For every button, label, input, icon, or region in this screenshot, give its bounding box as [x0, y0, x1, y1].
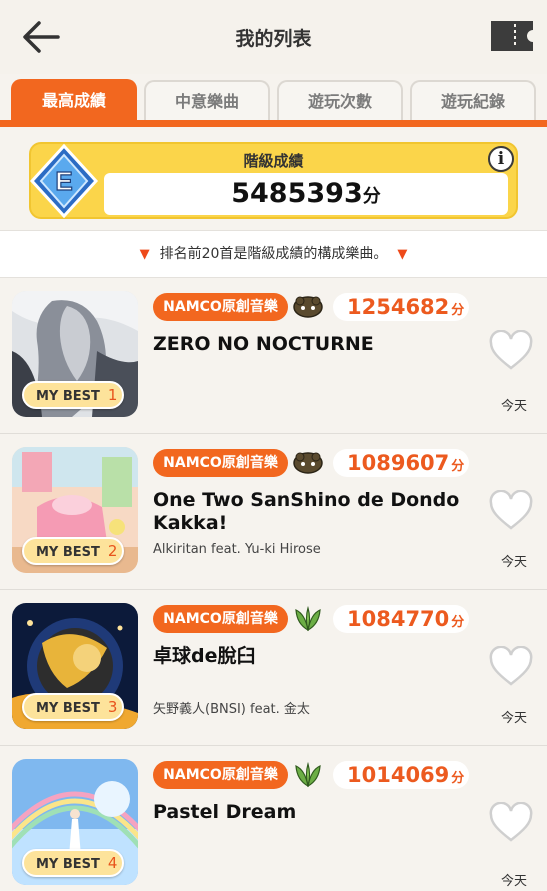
mybest-rank: 2 — [107, 542, 118, 560]
song-row[interactable]: MY BEST 4 NAMCO原創音樂 1014069 分 Pastel Dream… — [0, 746, 547, 891]
mybest-rank: 4 — [107, 854, 118, 872]
song-title: ZERO NO NOCTURNE — [153, 333, 374, 355]
score-badge: 1254682 分 — [333, 293, 469, 321]
heart-icon[interactable] — [488, 490, 534, 532]
rank-label: 階級成績 — [243, 152, 304, 170]
mybest-badge: MY BEST 3 — [22, 693, 124, 721]
song-artist: Alkiritan feat. Yu-ki Hirose — [153, 542, 321, 557]
song-score: 1014069 — [347, 763, 450, 787]
triangle-down-icon: ▼ — [397, 247, 408, 262]
score-unit: 分 — [451, 771, 465, 786]
rank-score-box: 5485393分 — [104, 173, 508, 215]
rank-panel: E 階級成績 5485393分 i — [0, 127, 547, 230]
play-date: 今天 — [500, 711, 527, 726]
song-score: 1089607 — [347, 451, 450, 475]
mybest-badge: MY BEST 2 — [22, 537, 124, 565]
category-badge: NAMCO原創音樂 — [153, 761, 288, 789]
mybest-badge: MY BEST 4 — [22, 849, 124, 877]
song-title: Pastel Dream — [153, 801, 297, 823]
info-icon[interactable]: i — [488, 146, 514, 172]
category-badge: NAMCO原創音樂 — [153, 293, 288, 321]
play-date: 今天 — [500, 555, 527, 570]
song-row[interactable]: MY BEST 3 NAMCO原創音樂 1084770 分 卓球de脫臼 矢野義人(… — [0, 590, 547, 746]
play-date: 今天 — [500, 874, 527, 889]
heart-icon[interactable] — [488, 646, 534, 688]
mybest-rank: 1 — [107, 386, 118, 404]
mybest-label: MY BEST — [36, 389, 100, 404]
category-badge: NAMCO原創音樂 — [153, 449, 288, 477]
score-unit: 分 — [451, 303, 465, 318]
score-badge: 1014069 分 — [333, 761, 469, 789]
song-row[interactable]: MY BEST 2 NAMCO原創音樂 1089607 分 One Two SanS… — [0, 434, 547, 590]
song-score: 1254682 — [347, 295, 450, 319]
score-unit: 分 — [451, 459, 465, 474]
tab-play-history[interactable]: 遊玩紀錄 — [410, 80, 536, 122]
rank-card: E 階級成績 5485393分 i — [29, 142, 518, 219]
song-score: 1084770 — [347, 607, 450, 631]
top-bar: 我的列表 — [0, 0, 547, 74]
heart-icon[interactable] — [488, 802, 534, 844]
oni-difficulty-icon — [293, 296, 323, 318]
tab-high-score[interactable]: 最高成績 — [11, 79, 137, 123]
heart-icon[interactable] — [488, 330, 534, 372]
score-badge: 1084770 分 — [333, 605, 469, 633]
oni-difficulty-icon — [293, 452, 323, 474]
score-badge: 1089607 分 — [333, 449, 469, 477]
mybest-label: MY BEST — [36, 857, 100, 872]
mybest-rank: 3 — [107, 698, 118, 716]
ticket-icon[interactable] — [489, 19, 535, 53]
tab-bar: 最高成績 中意樂曲 遊玩次數 遊玩紀錄 — [0, 79, 547, 123]
play-date: 今天 — [500, 399, 527, 414]
score-unit: 分 — [451, 615, 465, 630]
rank-score-unit: 分 — [362, 186, 381, 207]
rank-score: 5485393 — [231, 178, 363, 209]
mybest-label: MY BEST — [36, 545, 100, 560]
mybest-badge: MY BEST 1 — [22, 381, 124, 409]
hard-difficulty-icon — [295, 606, 321, 632]
hard-difficulty-icon — [295, 762, 321, 788]
song-row[interactable]: MY BEST 1 NAMCO原創音樂 1254682 分 ZERO NO NOCT… — [0, 278, 547, 434]
triangle-down-icon: ▼ — [139, 247, 150, 262]
page-title: 我的列表 — [235, 28, 312, 50]
ranking-note: ▼ 排名前20首是階級成績的構成樂曲。 ▼ — [0, 230, 547, 278]
mybest-label: MY BEST — [36, 701, 100, 716]
tab-underline — [0, 120, 547, 127]
song-artist: 矢野義人(BNSI) feat. 金太 — [153, 702, 310, 717]
ranking-note-text: 排名前20首是階級成績的構成樂曲。 — [159, 246, 388, 262]
tab-play-count[interactable]: 遊玩次數 — [277, 80, 403, 122]
tab-favorites[interactable]: 中意樂曲 — [144, 80, 270, 122]
song-title: 卓球de脫臼 — [153, 645, 256, 667]
category-badge: NAMCO原創音樂 — [153, 605, 288, 633]
song-title: One Two SanShino de Dondo Kakka! — [153, 489, 460, 534]
